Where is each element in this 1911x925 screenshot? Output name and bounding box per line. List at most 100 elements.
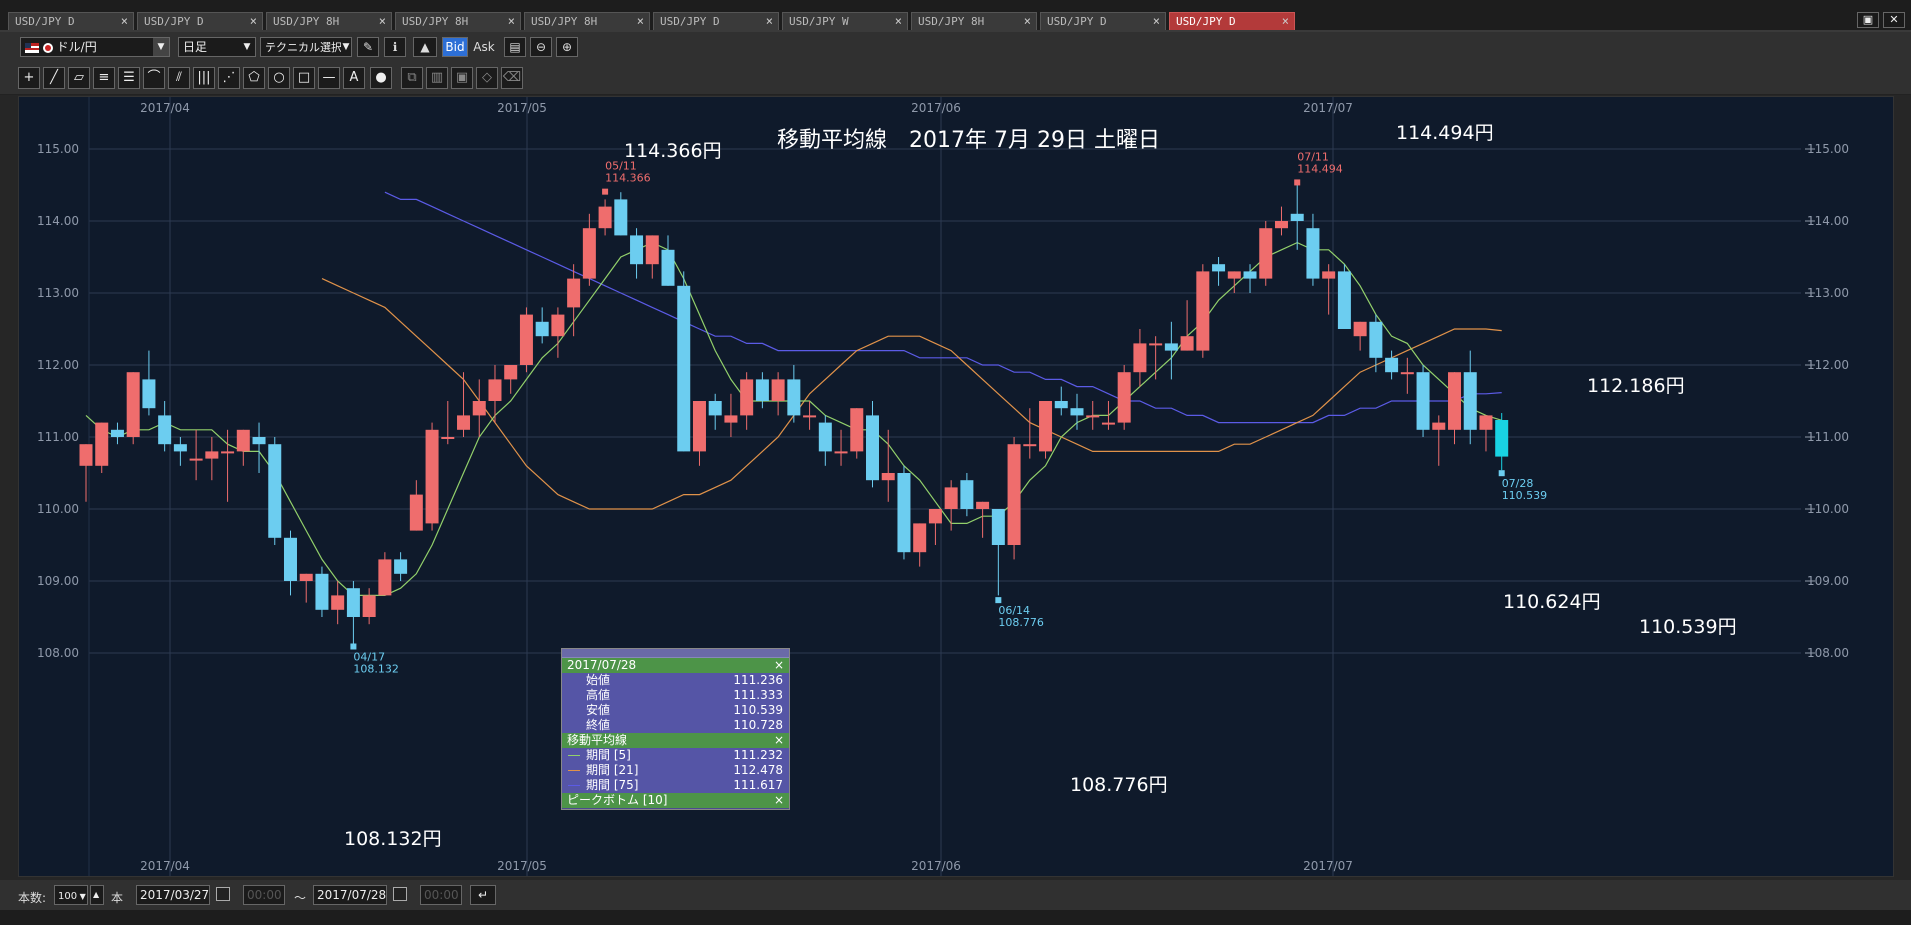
peak-marker [1294,179,1301,186]
close-tab-icon[interactable]: × [637,13,644,30]
candlestick-chart[interactable]: 115.00 115.00114.00 114.00113.00 113.00112.… [19,97,1893,876]
price-annotation: 110.539円 [1639,616,1737,638]
close-tab-icon[interactable]: × [1282,13,1289,30]
tab-label: USD/JPY W [789,15,849,28]
ohlc-value: 110.728 [733,718,783,732]
candle-body [1101,422,1115,425]
reload-icon[interactable]: ↵ [470,885,496,905]
text-icon[interactable]: A [343,67,365,89]
chevron-down-icon[interactable]: ▼ [153,38,169,56]
crosshair-icon[interactable]: + [18,67,40,89]
candle-body [928,509,942,524]
tab-8[interactable]: USD/JPY D × [1040,12,1166,30]
layers-icon[interactable]: ▥ [426,67,448,89]
copy-icon[interactable]: ⧉ [401,67,423,89]
candle-body [79,444,93,466]
candle-body [787,379,801,416]
close-tab-icon[interactable]: × [1153,13,1160,30]
ruler-icon[interactable]: ▱ [68,67,90,89]
candle-body [173,444,187,452]
candle-body [1259,228,1273,279]
ma-label: 期間 [5] [586,748,631,762]
calendar-icon[interactable] [216,887,230,901]
tab-7[interactable]: USD/JPY 8H × [911,12,1037,30]
close-tab-icon[interactable]: × [379,13,386,30]
tab-3[interactable]: USD/JPY 8H × [395,12,521,30]
candle-body [567,278,581,308]
calendar-icon[interactable] [393,887,407,901]
to-date-field[interactable]: 2017/07/28 [313,885,387,905]
delete-icon[interactable]: ⌫ [501,67,523,89]
tab-5[interactable]: USD/JPY D × [653,12,779,30]
circle-icon[interactable]: ○ [268,67,290,89]
info-icon[interactable]: ℹ [384,37,406,57]
close-tab-icon[interactable]: × [895,13,902,30]
save-icon[interactable]: ▣ [451,67,473,89]
hline-icon[interactable]: ≡ [93,67,115,89]
polygon-icon[interactable]: ⬠ [243,67,265,89]
candle-body [1306,228,1320,279]
candle-body [1243,271,1257,279]
close-tab-icon[interactable]: × [250,13,257,30]
timeframe-select[interactable]: 日足 ▼ [178,37,256,57]
candle-body [221,451,235,454]
drag-handle[interactable] [562,649,789,658]
close-tab-icon[interactable]: × [121,13,128,30]
candle-body [1463,372,1477,430]
count-unit: 本 [111,891,124,905]
technical-select[interactable]: テクニカル選択 ▼ [260,37,352,57]
chart-type-icon[interactable]: ▲ [413,37,437,57]
maximize-icon[interactable]: ▣ [1857,12,1879,28]
channel-icon[interactable]: ☰ [118,67,140,89]
bid-button[interactable]: Bid [442,37,468,57]
pitchfork-icon[interactable]: ⋰ [218,67,240,89]
chevron-down-icon[interactable]: ▼ [239,38,255,56]
tab-2[interactable]: USD/JPY 8H × [266,12,392,30]
fan-icon[interactable]: ⫽ [168,67,190,89]
tab-4[interactable]: USD/JPY 8H × [524,12,650,30]
horizontal-line-icon[interactable]: — [318,67,340,89]
candle-body [1274,221,1288,229]
candle-body [1322,271,1336,279]
chart-area[interactable]: 115.00 115.00 114.00 114.00 113.00 113.00 112.… [18,96,1894,877]
data-window[interactable]: 2017/07/28 × 始値 111.236 高値 111.333 安値 110.539… [561,648,790,810]
candle-body [283,537,297,581]
chart-settings-icon[interactable]: ▤ [504,37,526,57]
tab-9[interactable]: USD/JPY D × [1169,12,1295,30]
to-time-field[interactable]: 00:00 [420,885,462,905]
zoom-in-icon[interactable]: ⊕ [556,37,578,57]
symbol-value: ドル/円 [56,40,97,54]
tab-1[interactable]: USD/JPY D × [137,12,263,30]
icon-icon[interactable]: ● [370,67,392,89]
close-icon[interactable]: × [774,658,784,673]
pen-icon[interactable]: ✎ [357,37,379,57]
tab-0[interactable]: USD/JPY D × [8,12,134,30]
from-date-field[interactable]: 2017/03/27 [136,885,210,905]
ohlc-row: 始値 111.236 [562,673,789,688]
ask-button[interactable]: Ask [470,37,498,57]
trendline-icon[interactable]: ╱ [43,67,65,89]
candle-body [944,487,958,509]
close-tab-icon[interactable]: × [766,13,773,30]
peak-value-label: 108.776 [998,616,1044,629]
candle-body [1432,422,1446,430]
close-tab-icon[interactable]: × [508,13,515,30]
close-window-icon[interactable]: ✕ [1883,12,1905,28]
stepper-up-icon[interactable]: ▲ [90,885,104,905]
close-icon[interactable]: × [774,733,784,748]
candle-body [1353,321,1367,337]
close-icon[interactable]: × [774,793,784,808]
candle-body [960,480,974,509]
symbol-select[interactable]: ドル/円 ▼ [20,37,170,57]
from-time-field[interactable]: 00:00 [243,885,285,905]
chevron-down-icon[interactable]: ▼ [341,38,351,56]
vline-icon[interactable]: ||| [193,67,215,89]
peak-value-label: 114.494 [1297,162,1343,175]
tab-6[interactable]: USD/JPY W × [782,12,908,30]
count-select[interactable]: 100 ▼ [54,885,88,905]
close-tab-icon[interactable]: × [1024,13,1031,30]
eraser-icon[interactable]: ◇ [476,67,498,89]
arc-icon[interactable]: ⌒ [143,67,165,89]
zoom-out-icon[interactable]: ⊖ [530,37,552,57]
rectangle-icon[interactable]: □ [293,67,315,89]
